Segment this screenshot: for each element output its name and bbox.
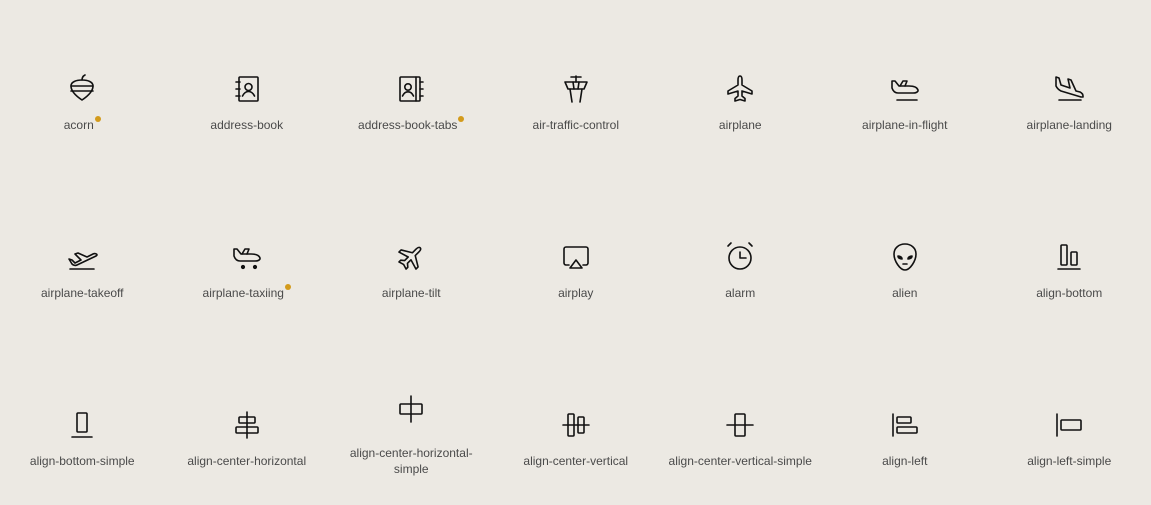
icon-card-align-bottom-simple[interactable]: align-bottom-simple xyxy=(0,336,165,504)
icon-label: alarm xyxy=(725,286,756,300)
new-badge xyxy=(458,116,465,122)
icon-card-airplane-taxiing[interactable]: airplane-taxiing xyxy=(165,168,330,336)
icon-label: airplay xyxy=(558,286,594,300)
icon-card-align-center-vertical[interactable]: align-center-vertical xyxy=(494,336,659,504)
icon-label: align-center-vertical-simple xyxy=(668,454,812,468)
icon-card-airplane-in-flight[interactable]: airplane-in-flight xyxy=(823,0,988,168)
icon-card-alien[interactable]: alien xyxy=(823,168,988,336)
icon-card-airplane-takeoff[interactable]: airplane-takeoff xyxy=(0,168,165,336)
airplane-takeoff-icon xyxy=(66,241,99,273)
icon-card-airplane-landing[interactable]: airplane-landing xyxy=(987,0,1151,168)
align-center-horizontal-simple-icon xyxy=(395,393,427,425)
icon-label: alien xyxy=(892,286,918,300)
icon-label: airplane xyxy=(718,118,762,132)
icon-card-align-center-horizontal[interactable]: align-center-horizontal xyxy=(165,336,330,504)
align-left-icon xyxy=(889,409,921,441)
align-center-horizontal-icon xyxy=(231,409,263,441)
icon-label: align-left-simple xyxy=(1027,454,1112,468)
icon-card-align-left-simple[interactable]: align-left-simple xyxy=(987,336,1151,504)
icon-card-align-center-horizontal-simple[interactable]: align-center-horizontal-simple xyxy=(329,336,494,504)
icon-label: airplane-in-flight xyxy=(862,118,948,132)
icon-card-align-center-vertical-simple[interactable]: align-center-vertical-simple xyxy=(658,336,823,504)
icon-label: align-bottom-simple xyxy=(29,454,135,468)
icon-label: align-center-horizontal xyxy=(187,454,307,468)
icon-label: align-center-vertical xyxy=(523,454,629,468)
icon-card-airplay[interactable]: airplay xyxy=(494,168,659,336)
airplane-icon xyxy=(724,73,756,105)
align-center-vertical-simple-icon xyxy=(724,409,756,441)
icon-label: airplane-tilt xyxy=(381,286,441,300)
new-badge xyxy=(94,116,101,122)
icon-label: align-left xyxy=(882,454,928,468)
airplane-tilt-icon xyxy=(395,241,427,273)
icon-label: align-center-horizontal-simple xyxy=(349,446,473,476)
icon-card-align-left[interactable]: align-left xyxy=(823,336,988,504)
icon-label: align-bottom xyxy=(1036,286,1103,300)
icon-card-airplane[interactable]: airplane xyxy=(658,0,823,168)
icon-label: air-traffic-control xyxy=(532,118,619,132)
icon-card-acorn[interactable]: acorn xyxy=(0,0,165,168)
address-book-tabs-icon xyxy=(395,73,427,105)
icon-card-airplane-tilt[interactable]: airplane-tilt xyxy=(329,168,494,336)
icon-label: airplane-taxiing xyxy=(165,284,330,301)
airplane-in-flight-icon xyxy=(889,73,921,105)
acorn-icon xyxy=(66,73,98,105)
align-bottom-icon xyxy=(1053,241,1085,273)
icon-label: address-book xyxy=(210,118,284,132)
icon-label: acorn xyxy=(0,116,165,133)
icon-card-address-book[interactable]: address-book xyxy=(165,0,330,168)
icon-label: airplane-landing xyxy=(1026,118,1112,132)
icon-card-alarm[interactable]: alarm xyxy=(658,168,823,336)
icon-card-align-bottom[interactable]: align-bottom xyxy=(987,168,1151,336)
alarm-icon xyxy=(724,241,756,273)
icon-label: address-book-tabs xyxy=(329,116,494,133)
icon-card-air-traffic-control[interactable]: air-traffic-control xyxy=(494,0,659,168)
new-badge xyxy=(284,284,291,290)
icon-grid: acorn address-book address-book-tabs air… xyxy=(0,0,1151,504)
align-left-simple-icon xyxy=(1053,409,1085,441)
align-center-vertical-icon xyxy=(560,409,592,441)
alien-icon xyxy=(889,241,921,273)
airplane-taxiing-icon xyxy=(231,241,263,273)
icon-card-address-book-tabs[interactable]: address-book-tabs xyxy=(329,0,494,168)
airplay-icon xyxy=(560,241,592,273)
icon-label: airplane-takeoff xyxy=(41,286,124,300)
align-bottom-simple-icon xyxy=(66,409,98,441)
airplane-landing-icon xyxy=(1053,73,1085,105)
air-traffic-control-icon xyxy=(560,73,592,105)
address-book-icon xyxy=(231,73,263,105)
